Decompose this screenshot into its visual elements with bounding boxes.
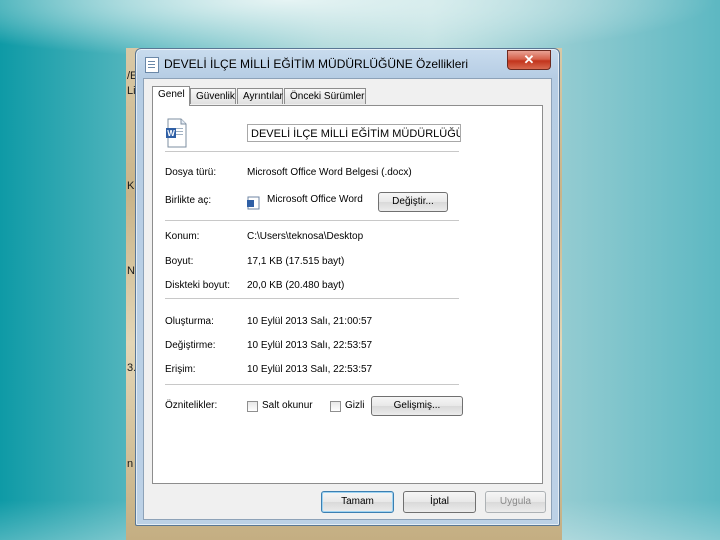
location-value: C:\Users\teknosa\Desktop	[247, 231, 364, 242]
advanced-button[interactable]: Gelişmiş...	[371, 396, 463, 416]
attributes-label: Öznitelikler:	[165, 400, 218, 411]
created-label: Oluşturma:	[165, 316, 214, 327]
size-on-disk-value: 20,0 KB (20.480 bayt)	[247, 280, 345, 291]
desktop-text: N	[127, 265, 135, 277]
ok-button[interactable]: Tamam	[321, 491, 394, 513]
separator	[165, 220, 459, 221]
tab-previous-versions[interactable]: Önceki Sürümler	[284, 88, 366, 104]
tab-security[interactable]: Güvenlik	[190, 88, 236, 104]
dialog-body: Genel Güvenlik Ayrıntılar Önceki Sürümle…	[143, 78, 552, 520]
word-document-icon: W	[166, 118, 187, 148]
accessed-value: 10 Eylül 2013 Salı, 22:53:57	[247, 364, 373, 375]
properties-dialog: DEVELİ İLÇE MİLLİ EĞİTİM MÜDÜRLÜĞÜNE Öze…	[135, 48, 560, 526]
desktop-text: n	[127, 458, 134, 470]
dialog-title: DEVELİ İLÇE MİLLİ EĞİTİM MÜDÜRLÜĞÜNE Öze…	[164, 57, 469, 71]
file-name-field[interactable]: DEVELİ İLÇE MİLLİ EĞİTİM MÜDÜRLÜĞÜNE	[247, 124, 461, 142]
change-button[interactable]: Değiştir...	[378, 192, 448, 212]
document-icon	[145, 57, 159, 73]
apply-button[interactable]: Uygula	[485, 491, 546, 513]
size-on-disk-label: Diskteki boyut:	[165, 280, 231, 291]
created-value: 10 Eylül 2013 Salı, 21:00:57	[247, 316, 373, 327]
opens-with-value: Microsoft Office Word	[267, 194, 363, 205]
readonly-checkbox[interactable]	[247, 401, 258, 412]
file-type-value: Microsoft Office Word Belgesi (.docx)	[247, 167, 412, 178]
separator	[165, 151, 459, 152]
word-app-icon	[247, 196, 260, 210]
title-bar[interactable]: DEVELİ İLÇE MİLLİ EĞİTİM MÜDÜRLÜĞÜNE Öze…	[136, 49, 559, 75]
close-button[interactable]: ✕	[507, 50, 551, 70]
file-type-label: Dosya türü:	[165, 167, 217, 178]
svg-text:W: W	[167, 129, 175, 138]
accessed-label: Erişim:	[165, 364, 196, 375]
opens-with-label: Birlikte aç:	[165, 195, 212, 206]
tab-details[interactable]: Ayrıntılar	[237, 88, 283, 104]
location-label: Konum:	[165, 231, 200, 242]
hidden-label[interactable]: Gizli	[345, 400, 364, 411]
separator	[165, 384, 459, 385]
size-label: Boyut:	[165, 256, 194, 267]
cancel-button[interactable]: İptal	[403, 491, 476, 513]
readonly-label[interactable]: Salt okunur	[262, 400, 313, 411]
hidden-checkbox[interactable]	[330, 401, 341, 412]
general-panel: W DEVELİ İLÇE MİLLİ EĞİTİM MÜDÜRLÜĞÜNE D…	[152, 105, 543, 484]
tab-general[interactable]: Genel	[152, 86, 190, 106]
modified-value: 10 Eylül 2013 Salı, 22:53:57	[247, 340, 373, 351]
modified-label: Değiştirme:	[165, 340, 216, 351]
separator	[165, 298, 459, 299]
size-value: 17,1 KB (17.515 bayt)	[247, 256, 345, 267]
